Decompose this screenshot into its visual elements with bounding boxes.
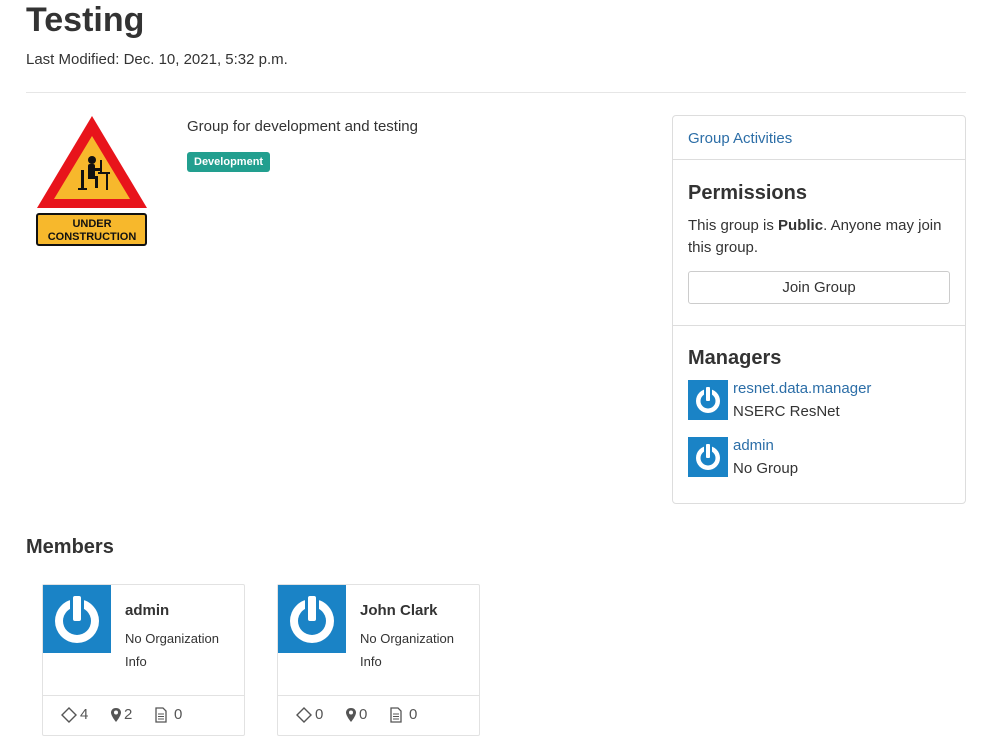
manager-name-link[interactable]: resnet.data.manager bbox=[733, 380, 871, 397]
member-documents-stat: 0 bbox=[154, 706, 194, 724]
member-org-line: Info bbox=[360, 654, 382, 669]
member-name[interactable]: admin bbox=[125, 602, 169, 619]
member-tags-stat: 4 bbox=[61, 706, 101, 724]
map-pin-icon bbox=[111, 708, 121, 722]
member-org-line: No Organization bbox=[125, 631, 219, 646]
svg-text:CONSTRUCTION: CONSTRUCTION bbox=[48, 231, 137, 243]
diamond-tag-icon bbox=[296, 707, 312, 723]
member-card-divider bbox=[278, 695, 479, 696]
permissions-text-before: This group is bbox=[688, 217, 779, 234]
permissions-heading: Permissions bbox=[688, 182, 807, 204]
group-description: Group for development and testing bbox=[187, 118, 418, 135]
member-tags-count: 0 bbox=[315, 706, 324, 723]
power-icon bbox=[43, 585, 111, 653]
member-org-line: No Organization bbox=[360, 631, 454, 646]
power-icon bbox=[688, 437, 728, 477]
last-modified: Last Modified: Dec. 10, 2021, 5:32 p.m. bbox=[26, 51, 288, 68]
join-group-button[interactable]: Join Group bbox=[688, 271, 950, 304]
document-icon bbox=[390, 707, 402, 723]
power-icon bbox=[688, 380, 728, 420]
permissions-text-bold: Public bbox=[778, 217, 824, 234]
manager-item: resnet.data.manager NSERC ResNet bbox=[688, 380, 958, 422]
member-documents-count: 0 bbox=[409, 706, 418, 723]
manager-item: admin No Group bbox=[688, 437, 958, 479]
manager-org: NSERC ResNet bbox=[733, 403, 840, 420]
group-activities-link[interactable]: Group Activities bbox=[688, 130, 792, 147]
member-locations-count: 2 bbox=[124, 706, 133, 723]
tag-badge-development[interactable]: Development bbox=[187, 152, 271, 172]
member-card[interactable]: John Clark No Organization Info 0 0 0 bbox=[277, 584, 480, 736]
map-pin-icon bbox=[346, 708, 356, 722]
manager-org: No Group bbox=[733, 460, 799, 477]
header-divider bbox=[26, 92, 966, 93]
panel-divider bbox=[673, 159, 965, 160]
panel-divider bbox=[673, 325, 965, 326]
manager-name-link[interactable]: admin bbox=[733, 437, 774, 454]
member-documents-count: 0 bbox=[174, 706, 183, 723]
member-documents-stat: 0 bbox=[389, 706, 429, 724]
member-tags-count: 4 bbox=[80, 706, 89, 723]
group-logo-image: UNDER CONSTRUCTION bbox=[34, 112, 150, 248]
members-heading: Members bbox=[26, 536, 114, 558]
document-icon bbox=[155, 707, 167, 723]
managers-heading: Managers bbox=[688, 347, 782, 369]
last-modified-value: Dec. 10, 2021, 5:32 p.m. bbox=[123, 51, 288, 68]
member-tags-stat: 0 bbox=[296, 706, 336, 724]
member-locations-stat: 0 bbox=[345, 706, 381, 724]
member-locations-stat: 2 bbox=[110, 706, 146, 724]
group-side-panel: Group Activities Permissions This group … bbox=[672, 115, 966, 504]
member-org-line: Info bbox=[125, 654, 147, 669]
member-card-divider bbox=[43, 695, 244, 696]
member-org: No Organization Info bbox=[360, 627, 475, 673]
member-org: No Organization Info bbox=[125, 627, 240, 673]
member-card[interactable]: admin No Organization Info 4 2 0 bbox=[42, 584, 245, 736]
last-modified-label: Last Modified: bbox=[26, 51, 120, 68]
power-icon bbox=[278, 585, 346, 653]
diamond-tag-icon bbox=[61, 707, 77, 723]
permissions-text: This group is Public. Anyone may join th… bbox=[688, 215, 958, 259]
member-locations-count: 0 bbox=[359, 706, 368, 723]
member-name[interactable]: John Clark bbox=[360, 602, 438, 619]
page-title: Testing bbox=[26, 1, 145, 39]
svg-text:UNDER: UNDER bbox=[72, 218, 111, 230]
